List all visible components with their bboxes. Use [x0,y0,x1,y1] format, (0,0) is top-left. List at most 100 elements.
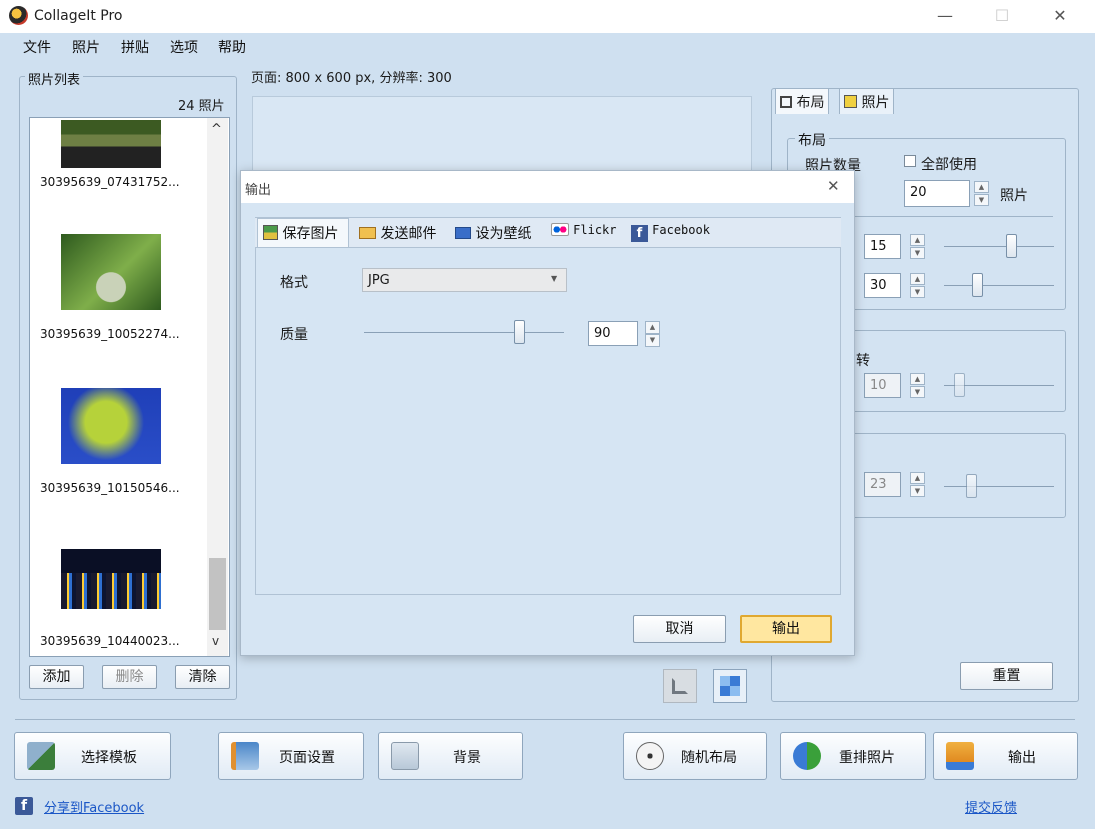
page-setup-button[interactable]: 页面设置 [218,732,364,780]
random-layout-button[interactable]: 随机布局 [623,732,767,780]
tab-save-image-label: 保存图片 [282,226,339,242]
photo-item-2[interactable] [61,234,161,310]
scrollbar-thumb[interactable] [209,558,226,630]
shuffle-photos-label: 重排照片 [839,750,895,766]
maximize-button[interactable]: ☐ [992,6,1012,26]
shadow-slider-handle[interactable] [966,474,977,498]
minimize-button[interactable]: — [935,6,955,26]
photo-thumbnail [61,549,161,609]
dice-icon [636,742,664,770]
margin-up[interactable]: ▲ [910,273,925,285]
tab-facebook-label: Facebook [652,223,710,237]
margin-input[interactable]: 30 [864,273,901,298]
margin-slider-handle[interactable] [972,273,983,297]
spacing-down[interactable]: ▼ [910,247,925,259]
dialog-title-bar: 输出 ✕ [241,171,854,203]
format-select-value: JPG [368,273,390,288]
shadow-input[interactable]: 23 [864,472,901,497]
scroll-down-arrow-icon[interactable]: v [212,634,219,648]
photo-item-4[interactable] [61,549,161,609]
flickr-icon [551,223,569,236]
title-bar: CollageIt Pro — ☐ ✕ [0,0,1095,33]
add-photo-button[interactable]: 添加 [29,665,84,689]
rotation-label: 转 [856,353,870,369]
dialog-close-button[interactable]: ✕ [827,177,840,195]
layout-group-label: 布局 [795,130,829,150]
photo-count-down[interactable]: ▼ [974,194,989,206]
menu-options[interactable]: 选项 [170,37,198,57]
facebook-icon[interactable]: f [15,797,33,815]
photo-count-input[interactable]: 20 [904,180,970,207]
tab-flickr[interactable]: Flickr [551,223,617,238]
shadow-down[interactable]: ▼ [910,485,925,497]
margin-down[interactable]: ▼ [910,286,925,298]
page-info: 页面: 800 x 600 px, 分辨率: 300 [251,71,452,86]
share-facebook-link[interactable]: 分享到Facebook [44,797,144,816]
select-template-button[interactable]: 选择模板 [14,732,171,780]
rotation-slider-handle[interactable] [954,373,965,397]
close-button[interactable]: ✕ [1050,6,1070,26]
spacing-slider-track[interactable] [944,246,1054,247]
page-setup-label: 页面设置 [279,750,335,766]
menu-file[interactable]: 文件 [23,37,51,57]
export-icon [946,742,974,770]
photo-count-up[interactable]: ▲ [974,181,989,193]
divider [853,216,1053,217]
reset-button[interactable]: 重置 [960,662,1053,690]
quality-input[interactable]: 90 [588,321,638,346]
feedback-link[interactable]: 提交反馈 [965,797,1017,816]
crop-button[interactable] [663,669,697,703]
rotation-up[interactable]: ▲ [910,373,925,385]
rotation-input[interactable]: 10 [864,373,901,398]
scroll-up-arrow-icon[interactable]: ^ [211,122,222,137]
spacing-slider-handle[interactable] [1006,234,1017,258]
shadow-slider-track[interactable] [944,486,1054,487]
select-template-label: 选择模板 [81,750,137,766]
cancel-button[interactable]: 取消 [633,615,726,643]
quality-slider-handle[interactable] [514,320,525,344]
photo-dice-icon [844,95,857,108]
tab-set-wallpaper[interactable]: 设为壁纸 [455,223,531,243]
tab-send-mail[interactable]: 发送邮件 [359,223,436,243]
export-button[interactable]: 输出 [740,615,832,643]
quality-slider-track[interactable] [364,332,564,333]
background-button[interactable]: 背景 [378,732,523,780]
facebook-icon: f [631,225,648,242]
menu-photo[interactable]: 照片 [72,37,100,57]
format-select[interactable]: JPG ▼ [362,268,567,292]
tab-photo[interactable]: 照片 [839,88,895,114]
fit-button[interactable] [713,669,747,703]
use-all-checkbox[interactable] [904,155,916,167]
spacing-input[interactable]: 15 [864,234,901,259]
bottom-divider [15,719,1075,720]
dialog-tab-strip: 保存图片 发送邮件 设为壁纸 Flickr f Facebook [255,217,841,247]
photo-item-1[interactable] [61,120,161,168]
use-all-label: 全部使用 [921,157,977,173]
photo-thumbnail [61,234,161,310]
tab-save-image[interactable]: 保存图片 [263,223,338,243]
shadow-up[interactable]: ▲ [910,472,925,484]
tab-send-mail-label: 发送邮件 [380,226,437,242]
photo-item-3[interactable] [61,388,161,464]
quality-up[interactable]: ▲ [645,321,660,334]
quality-down[interactable]: ▼ [645,334,660,347]
delete-photo-button[interactable]: 删除 [102,665,157,689]
export-dialog: 输出 ✕ 保存图片 发送邮件 设为壁纸 Flickr f Facebook 格式… [240,170,855,656]
export-main-button[interactable]: 输出 [933,732,1078,780]
quality-label: 质量 [280,327,308,343]
tab-facebook[interactable]: f Facebook [631,223,710,242]
tab-layout[interactable]: 布局 [775,88,830,114]
photo-label-4: 30395639_10440023... [40,634,180,648]
mail-icon [359,227,376,239]
spacing-up[interactable]: ▲ [910,234,925,246]
shuffle-photos-button[interactable]: 重排照片 [780,732,926,780]
menu-collage[interactable]: 拼贴 [121,37,149,57]
template-icon [27,742,55,770]
clear-photos-button[interactable]: 清除 [175,665,230,689]
margin-slider-track[interactable] [944,285,1054,286]
photo-label-2: 30395639_10052274... [40,327,180,341]
rotation-down[interactable]: ▼ [910,386,925,398]
photo-list-label: 照片列表 [25,69,84,88]
menu-help[interactable]: 帮助 [218,37,246,57]
app-icon [9,6,28,25]
